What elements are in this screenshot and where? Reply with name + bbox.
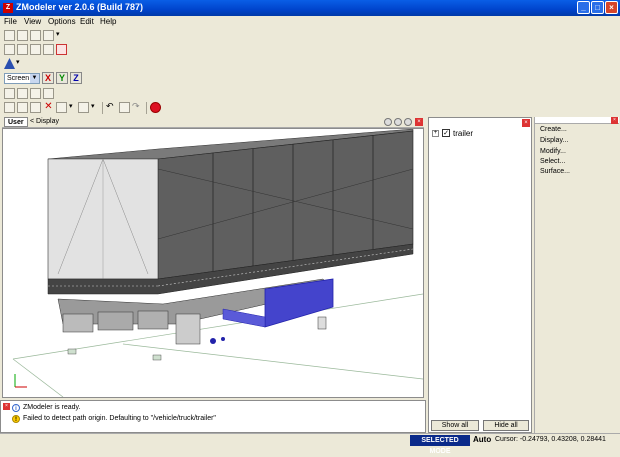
log-close-icon[interactable]: × <box>3 403 10 410</box>
command-create[interactable]: Create... <box>540 126 567 133</box>
dropdown-arrow-icon[interactable]: ▾ <box>56 30 63 41</box>
scale-tool-icon[interactable] <box>43 30 54 41</box>
auto-indicator[interactable]: Auto <box>473 435 491 444</box>
maximize-button[interactable]: □ <box>591 1 604 14</box>
axis-gizmo-icon[interactable] <box>4 58 15 69</box>
viewport-header: User < Display × <box>2 117 424 128</box>
open-file-icon[interactable] <box>17 102 28 113</box>
app-icon: Z <box>3 3 13 13</box>
window-title: ZModeler ver 2.0.6 (Build 787) <box>16 2 144 12</box>
tree-visibility-checkbox[interactable]: ✓ <box>442 129 450 137</box>
cursor-coordinates: Cursor: -0.24793, 0.43208, 0.28441 <box>495 436 606 443</box>
command-display[interactable]: Display... <box>540 137 568 144</box>
close-button[interactable]: × <box>605 1 618 14</box>
viewport-tab-user[interactable]: User <box>4 117 28 127</box>
menu-options[interactable]: Options <box>48 17 76 26</box>
redo-icon[interactable] <box>119 102 130 113</box>
log-line: ZModeler is ready. <box>23 404 81 411</box>
orbit-icon[interactable] <box>404 118 412 126</box>
modify-tool-icon[interactable] <box>17 88 28 99</box>
select-tool-icon[interactable] <box>4 30 15 41</box>
main-toolbar: ✕ ▾ ▾ ↶ ↷ <box>2 101 182 115</box>
trailer-model <box>12 129 423 397</box>
axis-x-button[interactable]: X <box>42 72 54 84</box>
viewport-path[interactable]: < Display <box>30 118 59 125</box>
menu-help[interactable]: Help <box>100 17 116 26</box>
show-all-button[interactable]: Show all <box>431 420 479 431</box>
edge-mode-icon[interactable] <box>17 44 28 55</box>
weld-tool-icon[interactable] <box>43 88 54 99</box>
axis-z-button[interactable]: Z <box>70 72 82 84</box>
hide-all-button[interactable]: Hide all <box>483 420 529 431</box>
toolbar-separator <box>102 102 103 114</box>
command-modify[interactable]: Modify... <box>540 148 566 155</box>
warning-icon: ! <box>12 415 20 423</box>
vertex-mode-icon[interactable] <box>4 44 15 55</box>
history-icon[interactable]: ↷ <box>132 102 143 113</box>
command-select[interactable]: Select... <box>540 158 565 165</box>
object-mode-icon[interactable] <box>43 44 54 55</box>
axis-y-button[interactable]: Y <box>56 72 68 84</box>
delete-icon[interactable]: ✕ <box>43 102 54 113</box>
scene-tree-panel: × + ✓ trailer Show all Hide all <box>428 117 532 433</box>
import-dropdown-icon[interactable]: ▾ <box>69 102 76 113</box>
menu-edit[interactable]: Edit <box>80 17 94 26</box>
command-panel: × Create... Display... Modify... Select.… <box>534 117 619 433</box>
axis-dropdown-icon[interactable]: ▾ <box>16 58 23 69</box>
minimize-button[interactable]: _ <box>577 1 590 14</box>
create-tool-icon[interactable] <box>4 88 15 99</box>
new-file-icon[interactable] <box>4 102 15 113</box>
viewport-3d[interactable] <box>2 128 424 398</box>
command-close-icon[interactable]: × <box>611 117 618 124</box>
pan-icon[interactable] <box>394 118 402 126</box>
toolbar-row-2 <box>2 43 82 57</box>
import-icon[interactable] <box>56 102 67 113</box>
command-panel-header: × <box>535 117 619 124</box>
toolbar-separator <box>146 102 147 114</box>
log-panel: × i ZModeler is ready. ! Failed to detec… <box>0 400 426 433</box>
toolbar-row-1: ▾ <box>2 29 82 43</box>
title-bar: Z ZModeler ver 2.0.6 (Build 787) _ □ × <box>0 0 620 16</box>
scene-close-icon[interactable]: × <box>522 119 530 127</box>
toolbar-row-3: ▾ <box>2 57 42 71</box>
zoom-icon[interactable] <box>384 118 392 126</box>
menu-file[interactable]: File <box>4 17 17 26</box>
menu-view[interactable]: View <box>24 17 41 26</box>
export-icon[interactable] <box>78 102 89 113</box>
toolbar-row-5 <box>2 87 62 101</box>
face-mode-icon[interactable] <box>30 44 41 55</box>
coordinate-system-select[interactable]: Screen ▼ <box>4 73 40 84</box>
chevron-down-icon: ▼ <box>30 74 39 83</box>
log-line: Failed to detect path origin. Defaulting… <box>23 415 216 422</box>
undo-icon[interactable]: ↶ <box>106 102 117 113</box>
export-dropdown-icon[interactable]: ▾ <box>91 102 98 113</box>
viewport-close-icon[interactable]: × <box>415 118 423 126</box>
menu-bar: File View Options Edit Help <box>0 16 620 28</box>
selection-mode-icon[interactable] <box>56 44 67 55</box>
stop-icon[interactable] <box>150 102 161 113</box>
zmodeler-window: Z ZModeler ver 2.0.6 (Build 787) _ □ × F… <box>0 0 620 455</box>
tree-item-label[interactable]: trailer <box>453 129 473 138</box>
link-tool-icon[interactable] <box>30 88 41 99</box>
save-file-icon[interactable] <box>30 102 41 113</box>
info-icon: i <box>12 404 20 412</box>
status-bar: SELECTED MODE Auto Cursor: -0.24793, 0.4… <box>0 433 620 455</box>
selection-mode-indicator[interactable]: SELECTED MODE <box>410 435 470 455</box>
tree-expand-icon[interactable]: + <box>432 130 439 137</box>
rotate-tool-icon[interactable] <box>30 30 41 41</box>
coordinate-system-value: Screen <box>7 75 30 82</box>
move-tool-icon[interactable] <box>17 30 28 41</box>
command-surface[interactable]: Surface... <box>540 168 570 175</box>
